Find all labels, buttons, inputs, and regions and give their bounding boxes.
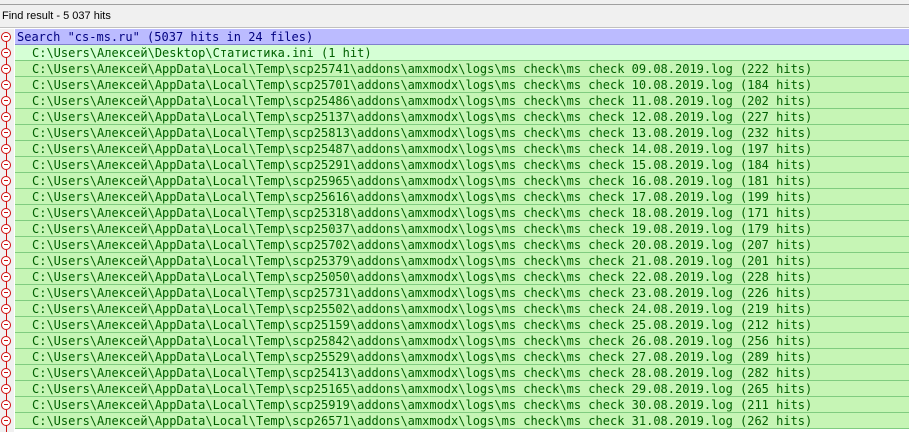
file-path: C:\Users\Алексей\AppData\Local\Temp\scp2… bbox=[15, 413, 909, 429]
fold-collapse-icon[interactable] bbox=[1, 80, 11, 90]
fold-collapse-icon[interactable] bbox=[1, 32, 11, 42]
file-path: C:\Users\Алексей\AppData\Local\Temp\scp2… bbox=[15, 349, 909, 365]
file-path: C:\Users\Алексей\AppData\Local\Temp\scp2… bbox=[15, 125, 909, 141]
file-result-row[interactable]: C:\Users\Алексей\AppData\Local\Temp\scp2… bbox=[0, 221, 909, 237]
file-path: C:\Users\Алексей\AppData\Local\Temp\scp2… bbox=[15, 333, 909, 349]
file-result-row[interactable]: C:\Users\Алексей\AppData\Local\Temp\scp2… bbox=[0, 157, 909, 173]
file-result-row[interactable]: C:\Users\Алексей\AppData\Local\Temp\scp2… bbox=[0, 333, 909, 349]
file-path: C:\Users\Алексей\AppData\Local\Temp\scp2… bbox=[15, 317, 909, 333]
fold-collapse-icon[interactable] bbox=[1, 272, 11, 282]
file-path: C:\Users\Алексей\AppData\Local\Temp\scp2… bbox=[15, 93, 909, 109]
file-result-row[interactable]: C:\Users\Алексей\AppData\Local\Temp\scp2… bbox=[0, 365, 909, 381]
find-result-panel-header: Find result - 5 037 hits bbox=[0, 0, 909, 28]
file-result-row[interactable]: C:\Users\Алексей\AppData\Local\Temp\scp2… bbox=[0, 173, 909, 189]
file-path: C:\Users\Алексей\AppData\Local\Temp\scp2… bbox=[15, 285, 909, 301]
file-path: C:\Users\Алексей\AppData\Local\Temp\scp2… bbox=[15, 157, 909, 173]
find-results-list[interactable]: Search "cs-ms.ru" (5037 hits in 24 files… bbox=[0, 29, 909, 432]
file-path: C:\Users\Алексей\AppData\Local\Temp\scp2… bbox=[15, 189, 909, 205]
file-path: C:\Users\Алексей\AppData\Local\Temp\scp2… bbox=[15, 109, 909, 125]
fold-collapse-icon[interactable] bbox=[1, 224, 11, 234]
fold-collapse-icon[interactable] bbox=[1, 96, 11, 106]
file-result-row[interactable]: C:\Users\Алексей\AppData\Local\Temp\scp2… bbox=[0, 61, 909, 77]
file-result-row[interactable]: C:\Users\Алексей\AppData\Local\Temp\scp2… bbox=[0, 253, 909, 269]
file-result-row[interactable]: C:\Users\Алексей\AppData\Local\Temp\scp2… bbox=[0, 93, 909, 109]
fold-collapse-icon[interactable] bbox=[1, 64, 11, 74]
file-result-row[interactable]: C:\Users\Алексей\AppData\Local\Temp\scp2… bbox=[0, 237, 909, 253]
file-result-row[interactable]: C:\Users\Алексей\AppData\Local\Temp\scp2… bbox=[0, 141, 909, 157]
file-result-row[interactable]: C:\Users\Алексей\Desktop\Статистика.ini … bbox=[0, 45, 909, 61]
file-result-row[interactable]: C:\Users\Алексей\AppData\Local\Temp\scp2… bbox=[0, 381, 909, 397]
fold-collapse-icon[interactable] bbox=[1, 256, 11, 266]
fold-collapse-icon[interactable] bbox=[1, 144, 11, 154]
file-result-row[interactable]: C:\Users\Алексей\AppData\Local\Temp\scp2… bbox=[0, 269, 909, 285]
file-result-row[interactable]: C:\Users\Алексей\AppData\Local\Temp\scp2… bbox=[0, 109, 909, 125]
file-result-row[interactable]: C:\Users\Алексей\AppData\Local\Temp\scp2… bbox=[0, 301, 909, 317]
file-path: C:\Users\Алексей\AppData\Local\Temp\scp2… bbox=[15, 77, 909, 93]
panel-splitter[interactable] bbox=[0, 4, 909, 5]
file-path: C:\Users\Алексей\AppData\Local\Temp\scp2… bbox=[15, 221, 909, 237]
fold-collapse-icon[interactable] bbox=[1, 384, 11, 394]
file-path: C:\Users\Алексей\AppData\Local\Temp\scp2… bbox=[15, 205, 909, 221]
fold-collapse-icon[interactable] bbox=[1, 320, 11, 330]
file-path: C:\Users\Алексей\AppData\Local\Temp\scp2… bbox=[15, 269, 909, 285]
file-path: C:\Users\Алексей\AppData\Local\Temp\scp2… bbox=[15, 381, 909, 397]
fold-collapse-icon[interactable] bbox=[1, 160, 11, 170]
fold-collapse-icon[interactable] bbox=[1, 304, 11, 314]
file-path: C:\Users\Алексей\AppData\Local\Temp\scp2… bbox=[15, 365, 909, 381]
fold-collapse-icon[interactable] bbox=[1, 176, 11, 186]
search-summary: Search "cs-ms.ru" (5037 hits in 24 files… bbox=[15, 29, 909, 45]
file-result-row[interactable]: C:\Users\Алексей\AppData\Local\Temp\scp2… bbox=[0, 349, 909, 365]
file-result-row[interactable]: C:\Users\Алексей\AppData\Local\Temp\scp2… bbox=[0, 317, 909, 333]
file-result-row[interactable]: C:\Users\Алексей\AppData\Local\Temp\scp2… bbox=[0, 205, 909, 221]
fold-collapse-icon[interactable] bbox=[1, 336, 11, 346]
file-path: C:\Users\Алексей\AppData\Local\Temp\scp2… bbox=[15, 397, 909, 413]
file-path: C:\Users\Алексей\AppData\Local\Temp\scp2… bbox=[15, 237, 909, 253]
panel-title: Find result - 5 037 hits bbox=[2, 10, 111, 22]
fold-collapse-icon[interactable] bbox=[1, 352, 11, 362]
fold-collapse-icon[interactable] bbox=[1, 208, 11, 218]
fold-collapse-icon[interactable] bbox=[1, 48, 11, 58]
file-result-row[interactable]: C:\Users\Алексей\AppData\Local\Temp\scp2… bbox=[0, 285, 909, 301]
fold-collapse-icon[interactable] bbox=[1, 128, 11, 138]
file-path: C:\Users\Алексей\Desktop\Статистика.ini … bbox=[15, 45, 909, 61]
file-result-row[interactable]: C:\Users\Алексей\AppData\Local\Temp\scp2… bbox=[0, 125, 909, 141]
fold-collapse-icon[interactable] bbox=[1, 112, 11, 122]
file-path: C:\Users\Алексей\AppData\Local\Temp\scp2… bbox=[15, 301, 909, 317]
fold-collapse-icon[interactable] bbox=[1, 400, 11, 410]
fold-collapse-icon[interactable] bbox=[1, 240, 11, 250]
fold-collapse-icon[interactable] bbox=[1, 288, 11, 298]
fold-collapse-icon[interactable] bbox=[1, 192, 11, 202]
fold-collapse-icon[interactable] bbox=[1, 416, 11, 426]
fold-collapse-icon[interactable] bbox=[1, 368, 11, 378]
file-result-row[interactable]: C:\Users\Алексей\AppData\Local\Temp\scp2… bbox=[0, 77, 909, 93]
file-path: C:\Users\Алексей\AppData\Local\Temp\scp2… bbox=[15, 141, 909, 157]
file-result-row[interactable]: C:\Users\Алексей\AppData\Local\Temp\scp2… bbox=[0, 189, 909, 205]
file-path: C:\Users\Алексей\AppData\Local\Temp\scp2… bbox=[15, 253, 909, 269]
search-result-row[interactable]: Search "cs-ms.ru" (5037 hits in 24 files… bbox=[0, 29, 909, 45]
file-path: C:\Users\Алексей\AppData\Local\Temp\scp2… bbox=[15, 61, 909, 77]
file-result-row[interactable]: C:\Users\Алексей\AppData\Local\Temp\scp2… bbox=[0, 413, 909, 429]
file-result-row[interactable]: C:\Users\Алексей\AppData\Local\Temp\scp2… bbox=[0, 397, 909, 413]
file-path: C:\Users\Алексей\AppData\Local\Temp\scp2… bbox=[15, 173, 909, 189]
